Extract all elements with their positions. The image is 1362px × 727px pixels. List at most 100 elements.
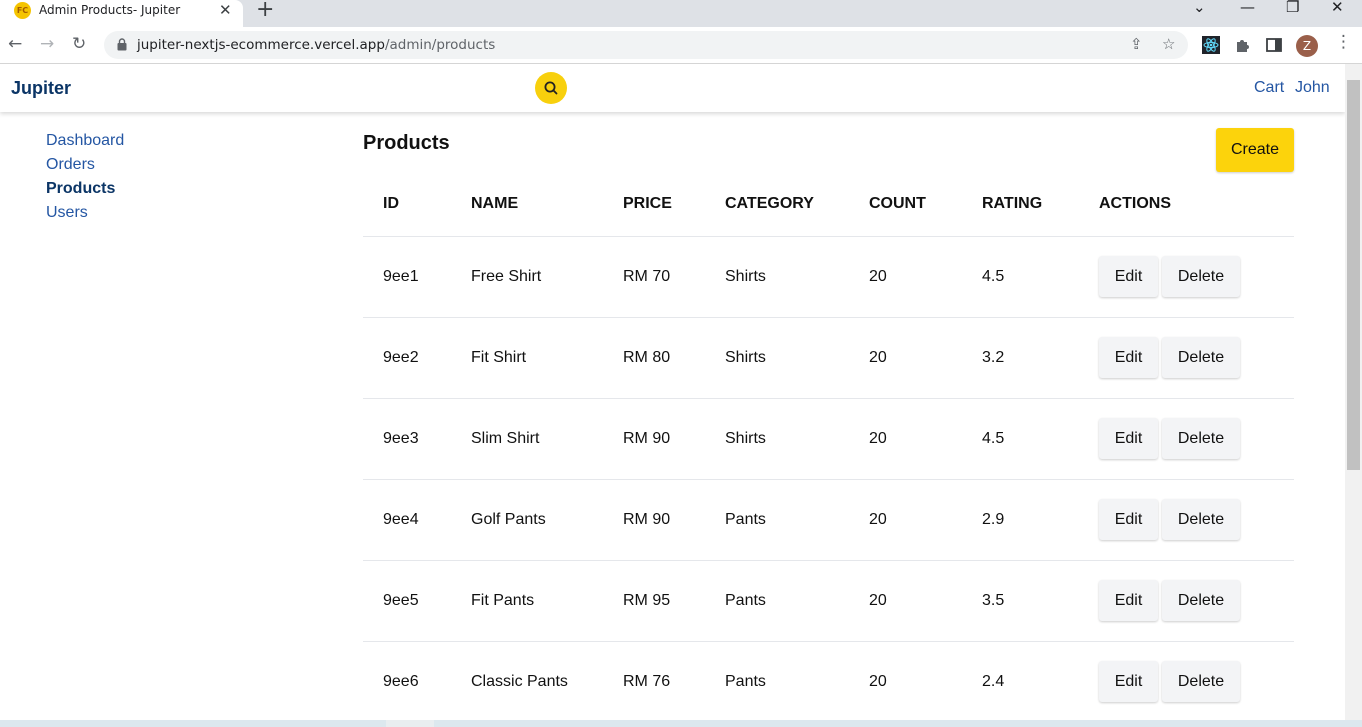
vertical-scrollbar[interactable] xyxy=(1345,64,1362,720)
product-count: 20 xyxy=(869,430,887,447)
browser-tab-strip: FC Admin Products- Jupiter ✕ + ⌄ — ❐ ✕ xyxy=(0,0,1362,27)
table-row: 9ee6 Classic Pants RM 76 Pants 20 2.4 Ed… xyxy=(363,641,1294,720)
new-tab-icon[interactable]: + xyxy=(256,0,274,22)
product-count: 20 xyxy=(869,511,887,528)
table-row: 9ee4 Golf Pants RM 90 Pants 20 2.9 Edit … xyxy=(363,479,1294,560)
sidebar-item-products[interactable]: Products xyxy=(46,180,115,198)
browser-menu-icon[interactable]: ⋮ xyxy=(1335,32,1352,52)
minimize-icon[interactable]: — xyxy=(1240,0,1255,16)
sidebar-item-dashboard[interactable]: Dashboard xyxy=(46,132,124,150)
react-devtools-icon[interactable] xyxy=(1202,36,1220,54)
product-price: RM 90 xyxy=(623,511,671,528)
sidebar-item-orders[interactable]: Orders xyxy=(46,156,95,174)
side-panel-icon[interactable] xyxy=(1265,36,1283,54)
sidebar-item-users[interactable]: Users xyxy=(46,204,88,222)
product-count: 20 xyxy=(869,673,887,690)
product-category: Pants xyxy=(725,511,766,528)
browser-toolbar: ← → ↻ jupiter-nextjs-ecommerce.vercel.ap… xyxy=(0,27,1362,64)
product-name: Free Shirt xyxy=(471,268,542,285)
product-price: RM 90 xyxy=(623,430,671,447)
column-header-rating: RATING xyxy=(982,195,1043,212)
product-category: Pants xyxy=(725,673,766,690)
product-id[interactable]: 9ee3 xyxy=(383,430,419,448)
page-title: Products xyxy=(363,132,450,154)
product-name: Slim Shirt xyxy=(471,430,540,447)
product-price: RM 95 xyxy=(623,592,671,609)
delete-button[interactable]: Delete xyxy=(1162,337,1240,378)
delete-button[interactable]: Delete xyxy=(1162,661,1240,702)
product-count: 20 xyxy=(869,592,887,609)
product-id[interactable]: 9ee1 xyxy=(383,268,419,286)
delete-button[interactable]: Delete xyxy=(1162,499,1240,540)
brand-logo[interactable]: Jupiter xyxy=(11,78,71,99)
edit-button[interactable]: Edit xyxy=(1099,337,1158,378)
edit-button[interactable]: Edit xyxy=(1099,418,1158,459)
lock-icon xyxy=(117,38,127,51)
column-header-actions: ACTIONS xyxy=(1099,195,1171,212)
product-name: Fit Pants xyxy=(471,592,535,609)
site-header: Jupiter Cart John xyxy=(0,64,1345,112)
column-header-name: NAME xyxy=(471,195,519,212)
search-button[interactable] xyxy=(535,72,567,104)
table-row: 9ee5 Fit Pants RM 95 Pants 20 3.5 Edit D… xyxy=(363,560,1294,641)
delete-button[interactable]: Delete xyxy=(1162,256,1240,297)
column-header-price: PRICE xyxy=(623,195,672,212)
share-icon[interactable]: ⇪ xyxy=(1130,35,1143,53)
edit-button[interactable]: Edit xyxy=(1099,580,1158,621)
column-header-id: ID xyxy=(383,195,399,212)
product-id[interactable]: 9ee6 xyxy=(383,673,419,691)
vertical-scrollbar-thumb[interactable] xyxy=(1347,80,1360,470)
product-price: RM 76 xyxy=(623,673,671,690)
reload-icon[interactable]: ↻ xyxy=(72,34,86,54)
product-rating: 4.5 xyxy=(982,268,1005,285)
table-row: 9ee3 Slim Shirt RM 90 Shirts 20 4.5 Edit… xyxy=(363,398,1294,479)
create-product-button[interactable]: Create xyxy=(1216,128,1294,172)
product-rating: 2.9 xyxy=(982,511,1005,528)
tab-search-icon[interactable]: ⌄ xyxy=(1193,0,1206,16)
profile-avatar[interactable]: Z xyxy=(1296,35,1318,57)
table-row: 9ee2 Fit Shirt RM 80 Shirts 20 3.2 Edit … xyxy=(363,317,1294,398)
product-id[interactable]: 9ee4 xyxy=(383,511,419,529)
back-icon[interactable]: ← xyxy=(8,34,22,54)
product-category: Shirts xyxy=(725,430,766,447)
cart-link[interactable]: Cart xyxy=(1254,79,1284,97)
product-category: Pants xyxy=(725,592,766,609)
url-text: jupiter-nextjs-ecommerce.vercel.app/admi… xyxy=(137,37,496,53)
product-count: 20 xyxy=(869,268,887,285)
product-name: Fit Shirt xyxy=(471,349,527,366)
column-header-count: COUNT xyxy=(869,195,926,212)
product-name: Classic Pants xyxy=(471,673,568,690)
close-tab-icon[interactable]: ✕ xyxy=(219,1,232,19)
product-count: 20 xyxy=(869,349,887,366)
user-menu-link[interactable]: John xyxy=(1295,79,1330,97)
product-category: Shirts xyxy=(725,268,766,285)
favicon-icon: FC xyxy=(14,2,31,19)
delete-button[interactable]: Delete xyxy=(1162,418,1240,459)
delete-button[interactable]: Delete xyxy=(1162,580,1240,621)
product-rating: 3.5 xyxy=(982,592,1005,609)
horizontal-scrollbar[interactable] xyxy=(0,720,1362,727)
browser-tab[interactable]: FC Admin Products- Jupiter ✕ xyxy=(0,0,243,27)
address-bar[interactable]: jupiter-nextjs-ecommerce.vercel.app/admi… xyxy=(104,31,1188,59)
bookmark-star-icon[interactable]: ☆ xyxy=(1162,35,1175,53)
column-header-category: CATEGORY xyxy=(725,195,814,212)
product-id[interactable]: 9ee5 xyxy=(383,592,419,610)
extensions-puzzle-icon[interactable] xyxy=(1234,36,1252,54)
window-close-icon[interactable]: ✕ xyxy=(1331,0,1344,16)
web-page: Jupiter Cart John Dashboard Orders Produ… xyxy=(0,64,1345,720)
product-name: Golf Pants xyxy=(471,511,546,528)
search-icon xyxy=(544,81,558,95)
product-price: RM 80 xyxy=(623,349,671,366)
forward-icon[interactable]: → xyxy=(40,34,54,54)
product-category: Shirts xyxy=(725,349,766,366)
product-rating: 2.4 xyxy=(982,673,1005,690)
product-id[interactable]: 9ee2 xyxy=(383,349,419,367)
edit-button[interactable]: Edit xyxy=(1099,661,1158,702)
restore-icon[interactable]: ❐ xyxy=(1286,0,1299,16)
product-rating: 3.2 xyxy=(982,349,1005,366)
table-row: 9ee1 Free Shirt RM 70 Shirts 20 4.5 Edit… xyxy=(363,236,1294,317)
horizontal-scrollbar-thumb[interactable] xyxy=(386,720,434,727)
edit-button[interactable]: Edit xyxy=(1099,499,1158,540)
edit-button[interactable]: Edit xyxy=(1099,256,1158,297)
product-price: RM 70 xyxy=(623,268,671,285)
